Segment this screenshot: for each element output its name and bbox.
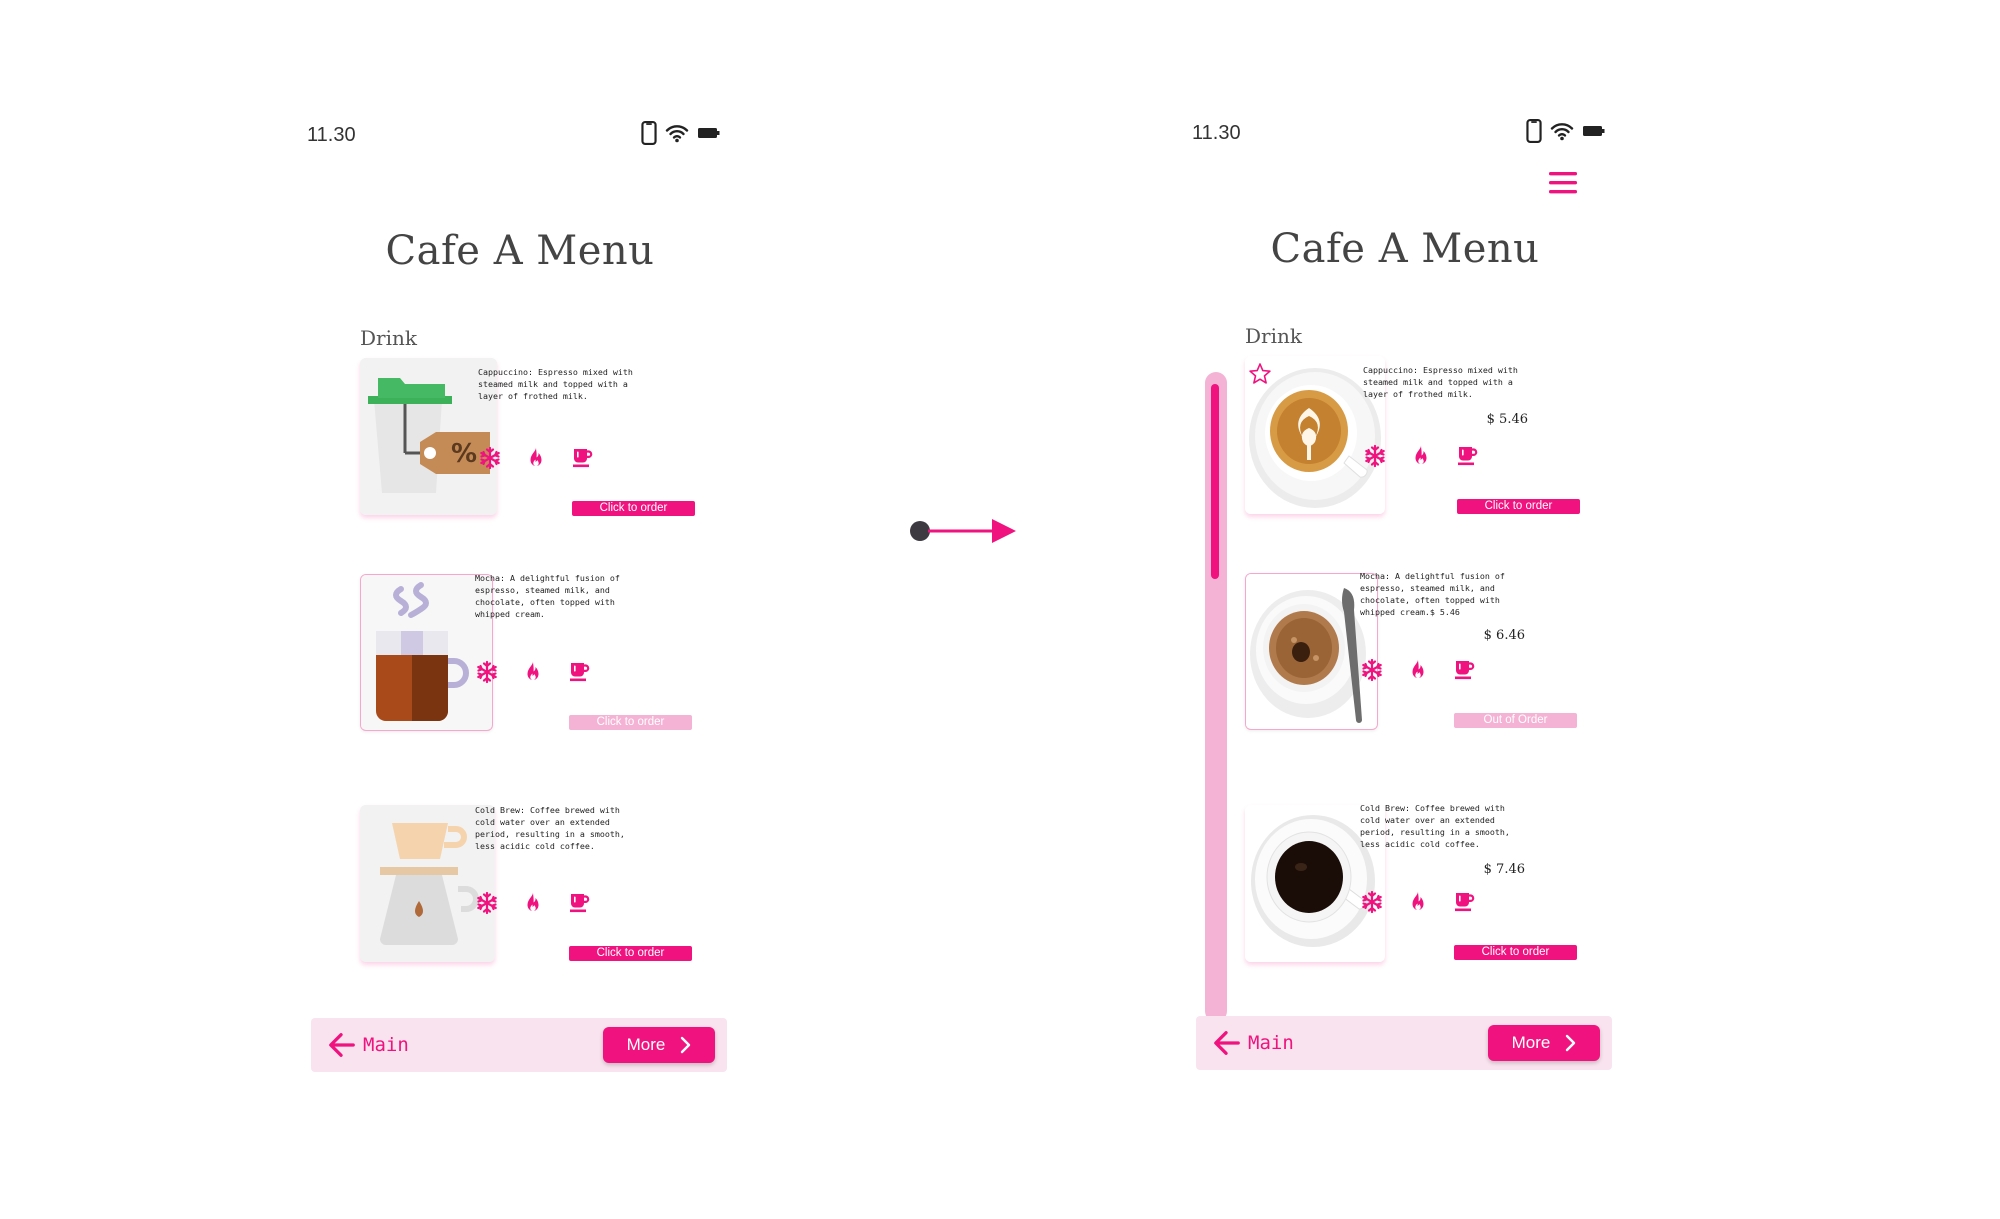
status-icons: [1526, 119, 1606, 143]
cup-discount-tag-icon: %: [360, 358, 497, 515]
status-time: 11.30: [307, 124, 356, 146]
snowflake-icon[interactable]: [1360, 890, 1384, 914]
wifi-icon: [665, 123, 689, 143]
snowflake-icon[interactable]: [475, 660, 499, 684]
scrollbar[interactable]: [1205, 372, 1227, 1022]
order-button[interactable]: Click to order: [569, 715, 692, 730]
coffee-cup-icon[interactable]: [567, 891, 591, 915]
snowflake-icon[interactable]: [1360, 658, 1384, 682]
flame-icon[interactable]: [521, 891, 545, 915]
back-arrow-icon: [1212, 1028, 1242, 1058]
main-label: Main: [363, 1034, 409, 1056]
item-price: $ 6.46: [1483, 628, 1525, 643]
phone-icon: [1526, 119, 1542, 143]
bottom-nav-bar: Main More: [1196, 1016, 1612, 1070]
page-title: Cafe A Menu: [385, 228, 655, 274]
item-description: Cold Brew: Coffee brewed with cold water…: [1360, 803, 1510, 849]
screen-after: 11.30 Cafe A Menu Drink Cappuccino: Espr…: [1190, 0, 1620, 1100]
coffee-cup-icon[interactable]: [570, 446, 594, 470]
out-of-order-button[interactable]: Out of Order: [1454, 713, 1577, 728]
flame-icon[interactable]: [1406, 658, 1430, 682]
item-description: Cappuccino: Espresso mixed with steamed …: [1363, 365, 1518, 399]
mocha-photo: [1246, 574, 1376, 728]
item-image-mocha[interactable]: [1245, 573, 1378, 730]
more-label: More: [626, 1035, 666, 1054]
battery-icon: [697, 126, 721, 140]
snowflake-icon[interactable]: [1363, 444, 1387, 468]
feature-icons: [475, 891, 591, 915]
status-icons: [641, 121, 721, 145]
flame-icon[interactable]: [1409, 444, 1433, 468]
chevron-right-icon: [1564, 1034, 1576, 1052]
order-button[interactable]: Click to order: [1457, 499, 1580, 514]
back-arrow-icon: [327, 1030, 357, 1060]
section-heading: Drink: [360, 326, 417, 350]
snowflake-icon[interactable]: [478, 446, 502, 470]
screen-before: 11.30 Cafe A Menu Drink % Cappuccino: Es…: [305, 0, 735, 1100]
battery-icon: [1582, 124, 1606, 138]
order-button[interactable]: Click to order: [1454, 945, 1577, 960]
flame-icon[interactable]: [1406, 890, 1430, 914]
coffee-cup-icon[interactable]: [1452, 890, 1476, 914]
item-description: Mocha: A delightful fusion of espresso, …: [1360, 571, 1505, 617]
item-description: Cappuccino: Espresso mixed with steamed …: [478, 367, 633, 401]
main-label: Main: [1248, 1032, 1294, 1054]
order-button[interactable]: Click to order: [572, 501, 695, 516]
item-description: Mocha: A delightful fusion of espresso, …: [475, 573, 620, 619]
item-image-cappuccino[interactable]: %: [360, 358, 497, 515]
order-button[interactable]: Click to order: [569, 946, 692, 961]
star-outline-icon[interactable]: [1248, 362, 1272, 386]
scrollbar-thumb[interactable]: [1211, 384, 1219, 579]
feature-icons: [1360, 890, 1476, 914]
chevron-right-icon: [679, 1036, 691, 1054]
more-button[interactable]: More: [603, 1027, 715, 1063]
item-image-mocha[interactable]: [360, 574, 493, 731]
coffee-cup-icon[interactable]: [1452, 658, 1476, 682]
coffee-cup-icon[interactable]: [1455, 444, 1479, 468]
page-title: Cafe A Menu: [1270, 226, 1540, 272]
svg-text:%: %: [451, 439, 477, 469]
section-heading: Drink: [1245, 324, 1302, 348]
more-label: More: [1511, 1033, 1551, 1052]
item-price: $ 5.46: [1486, 412, 1528, 427]
snowflake-icon[interactable]: [475, 891, 499, 915]
bottom-nav-bar: Main More: [311, 1018, 727, 1072]
coffee-cup-icon[interactable]: [567, 660, 591, 684]
feature-icons: [1360, 658, 1476, 682]
item-description: Cold Brew: Coffee brewed with cold water…: [475, 805, 625, 851]
right-arrow-icon: [910, 519, 1016, 543]
main-back-link[interactable]: Main: [327, 1030, 409, 1060]
main-back-link[interactable]: Main: [1212, 1028, 1294, 1058]
feature-icons: [478, 446, 594, 470]
more-button[interactable]: More: [1488, 1025, 1600, 1061]
item-price: $ 7.46: [1483, 862, 1525, 877]
hamburger-menu-icon[interactable]: [1548, 170, 1578, 196]
wifi-icon: [1550, 121, 1574, 141]
flame-icon[interactable]: [521, 660, 545, 684]
phone-icon: [641, 121, 657, 145]
flame-icon[interactable]: [524, 446, 548, 470]
hot-mug-icon: [361, 575, 491, 729]
feature-icons: [475, 660, 591, 684]
feature-icons: [1363, 444, 1479, 468]
status-time: 11.30: [1192, 122, 1241, 144]
